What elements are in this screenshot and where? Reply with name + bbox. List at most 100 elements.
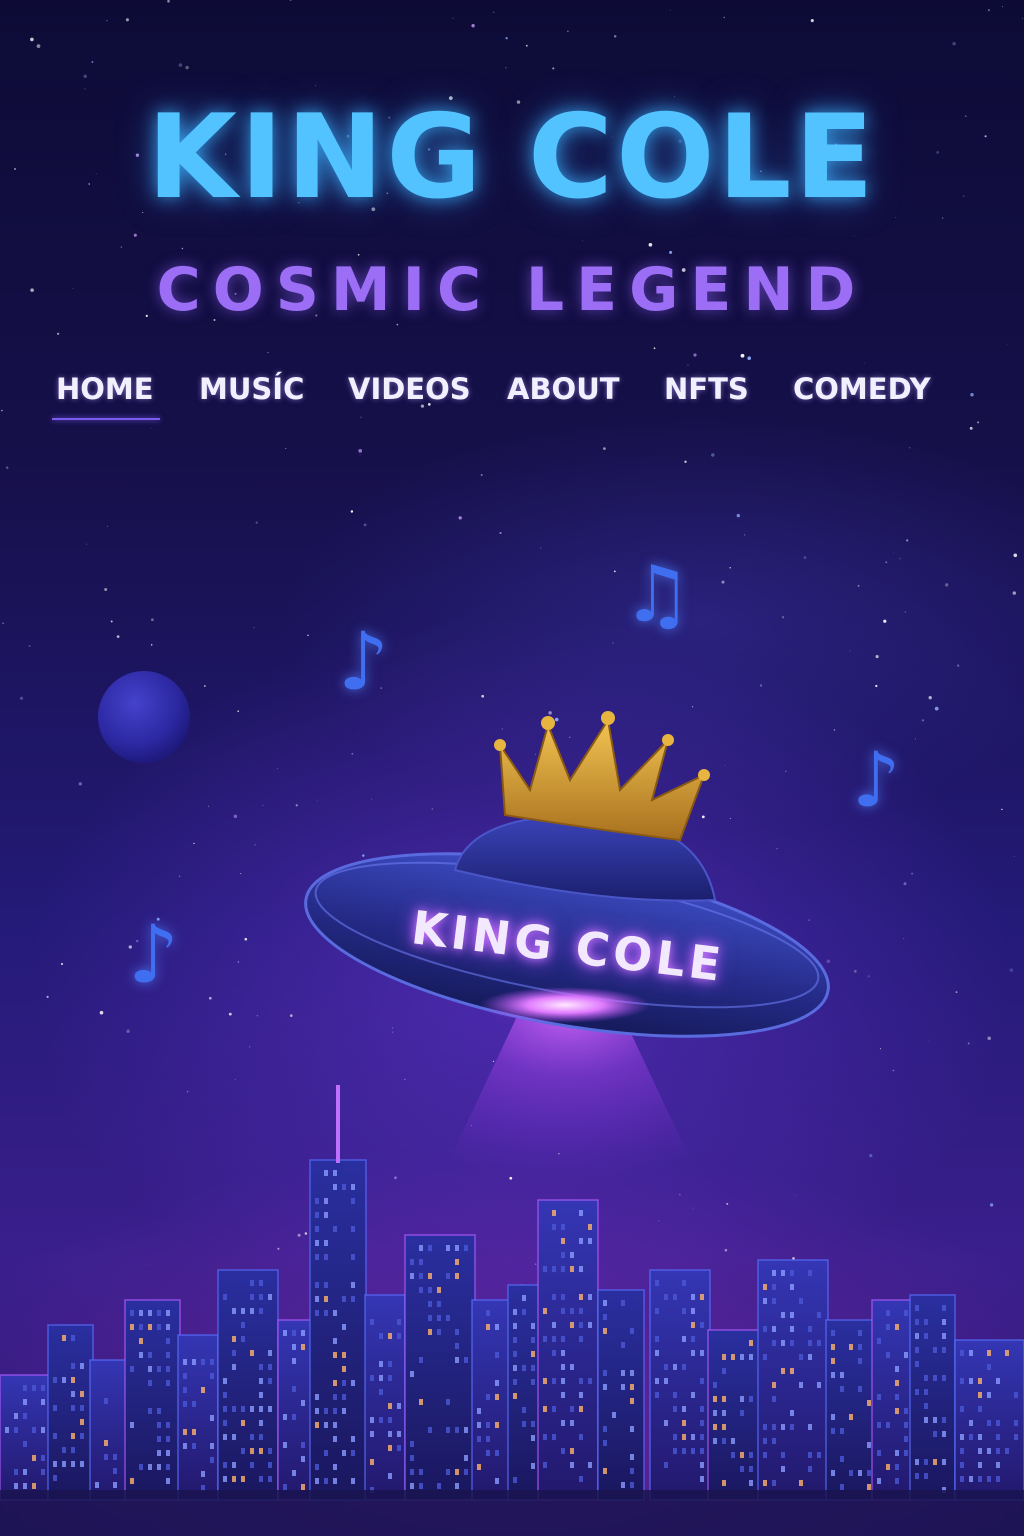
building-window <box>603 1384 607 1390</box>
building-window <box>315 1296 319 1302</box>
building-window <box>552 1322 556 1328</box>
building-window <box>333 1380 337 1386</box>
building-window <box>241 1308 245 1314</box>
building-window <box>700 1448 704 1454</box>
building <box>47 1324 94 1501</box>
planet-icon <box>98 671 190 763</box>
building-window <box>722 1480 726 1486</box>
building-window <box>370 1459 374 1465</box>
building-window <box>410 1371 414 1377</box>
building-window <box>370 1319 374 1325</box>
building-window <box>513 1379 517 1385</box>
building-window <box>23 1469 27 1475</box>
building-window <box>62 1335 66 1341</box>
building-window <box>691 1392 695 1398</box>
building-window <box>790 1326 794 1332</box>
building-window <box>570 1266 574 1272</box>
building-window <box>139 1324 143 1330</box>
building-window <box>942 1305 946 1311</box>
building-window <box>700 1294 704 1300</box>
building-window <box>603 1468 607 1474</box>
building-window <box>192 1443 196 1449</box>
building-window <box>772 1424 776 1430</box>
building-window <box>301 1330 305 1336</box>
building-window <box>23 1413 27 1419</box>
building-window <box>682 1364 686 1370</box>
building-window <box>157 1422 161 1428</box>
building-window <box>113 1468 117 1474</box>
building-window <box>41 1385 45 1391</box>
building-window <box>342 1352 346 1358</box>
building-window <box>996 1378 1000 1384</box>
building-window <box>259 1420 263 1426</box>
building-window <box>808 1326 812 1332</box>
building-window <box>201 1359 205 1365</box>
building <box>0 1374 51 1501</box>
building-window <box>495 1394 499 1400</box>
building-window <box>53 1461 57 1467</box>
building-window <box>183 1443 187 1449</box>
building-window <box>166 1324 170 1330</box>
building-window <box>232 1308 236 1314</box>
building-window <box>933 1459 937 1465</box>
building-window <box>32 1483 36 1489</box>
building-window <box>324 1296 328 1302</box>
building-window <box>969 1476 973 1482</box>
building-window <box>292 1330 296 1336</box>
building-window <box>241 1448 245 1454</box>
building-window <box>333 1478 337 1484</box>
building-window <box>561 1238 565 1244</box>
building-window <box>969 1378 973 1384</box>
building-window <box>867 1442 871 1448</box>
building-window <box>579 1238 583 1244</box>
building-window <box>808 1354 812 1360</box>
building-window <box>259 1378 263 1384</box>
building-window <box>895 1408 899 1414</box>
building-window <box>259 1364 263 1370</box>
building-window <box>268 1476 272 1482</box>
building-window <box>749 1396 753 1402</box>
building-window <box>315 1310 319 1316</box>
building-window <box>543 1336 547 1342</box>
building-window <box>552 1224 556 1230</box>
building-window <box>223 1406 227 1412</box>
building-window <box>71 1405 75 1411</box>
building-window <box>561 1252 565 1258</box>
building-window <box>301 1400 305 1406</box>
building-window <box>486 1450 490 1456</box>
building-window <box>495 1324 499 1330</box>
building-window <box>130 1478 134 1484</box>
building-window <box>301 1456 305 1462</box>
building-window <box>722 1410 726 1416</box>
building-window <box>210 1373 214 1379</box>
building-window <box>531 1365 535 1371</box>
building-window <box>513 1337 517 1343</box>
building-window <box>455 1329 459 1335</box>
building-window <box>333 1226 337 1232</box>
building-window <box>157 1310 161 1316</box>
building-window <box>543 1434 547 1440</box>
building-window <box>664 1462 668 1468</box>
building-window <box>315 1408 319 1414</box>
building-window <box>315 1254 319 1260</box>
building-window <box>397 1333 401 1339</box>
building-window <box>978 1392 982 1398</box>
building-window <box>749 1480 753 1486</box>
building-window <box>588 1294 592 1300</box>
building-window <box>915 1473 919 1479</box>
building-window <box>324 1254 328 1260</box>
building-window <box>397 1445 401 1451</box>
building-window <box>700 1350 704 1356</box>
building-window <box>351 1380 355 1386</box>
building-window <box>446 1469 450 1475</box>
building-window <box>655 1308 659 1314</box>
building-window <box>942 1375 946 1381</box>
building-window <box>749 1340 753 1346</box>
building-window <box>603 1300 607 1306</box>
building-window <box>691 1308 695 1314</box>
building-window <box>749 1354 753 1360</box>
building-window <box>379 1389 383 1395</box>
building-window <box>388 1473 392 1479</box>
building-window <box>148 1310 152 1316</box>
building-window <box>781 1368 785 1374</box>
